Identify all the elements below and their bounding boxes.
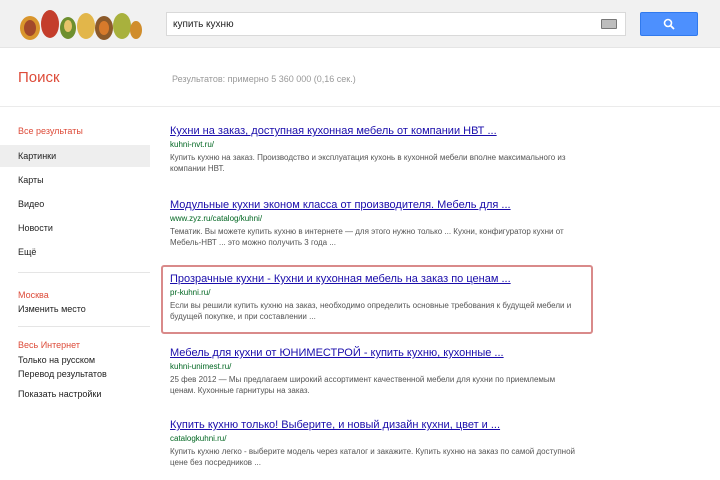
- results-list: Кухни на заказ, доступная кухонная мебел…: [0, 0, 720, 480]
- result-title-link[interactable]: Мебель для кухни от ЮНИМЕСТРОЙ - купить …: [170, 346, 580, 360]
- result-item: Мебель для кухни от ЮНИМЕСТРОЙ - купить …: [170, 346, 580, 396]
- result-item: Прозрачные кухни - Кухни и кухонная мебе…: [170, 272, 580, 322]
- result-title-link[interactable]: Купить кухню только! Выберите, и новый д…: [170, 418, 580, 432]
- result-snippet: Купить кухню на заказ. Производство и эк…: [170, 153, 566, 173]
- result-snippet: Купить кухню легко - выберите модель чер…: [170, 447, 576, 467]
- result-item: Купить кухню только! Выберите, и новый д…: [170, 418, 580, 468]
- result-snippet: 25 фев 2012 — Мы предлагаем широкий ассо…: [170, 375, 556, 395]
- result-item: Кухни на заказ, доступная кухонная мебел…: [170, 124, 580, 174]
- result-item: Модульные кухни эконом класса от произво…: [170, 198, 580, 248]
- result-url: kuhni-unimest.ru/: [170, 362, 232, 371]
- result-url: catalogkuhni.ru/: [170, 434, 227, 443]
- result-snippet: Если вы решили купить кухню на заказ, не…: [170, 301, 572, 321]
- result-title-link[interactable]: Модульные кухни эконом класса от произво…: [170, 198, 580, 212]
- result-title-link[interactable]: Прозрачные кухни - Кухни и кухонная мебе…: [170, 272, 580, 286]
- result-snippet: Тематик. Вы можете купить кухню в интерн…: [170, 227, 564, 247]
- result-url: www.zyz.ru/catalog/kuhni/: [170, 214, 263, 223]
- result-title-link[interactable]: Кухни на заказ, доступная кухонная мебел…: [170, 124, 580, 138]
- result-url: pr-kuhni.ru/: [170, 288, 211, 297]
- result-url: kuhni-nvt.ru/: [170, 140, 215, 149]
